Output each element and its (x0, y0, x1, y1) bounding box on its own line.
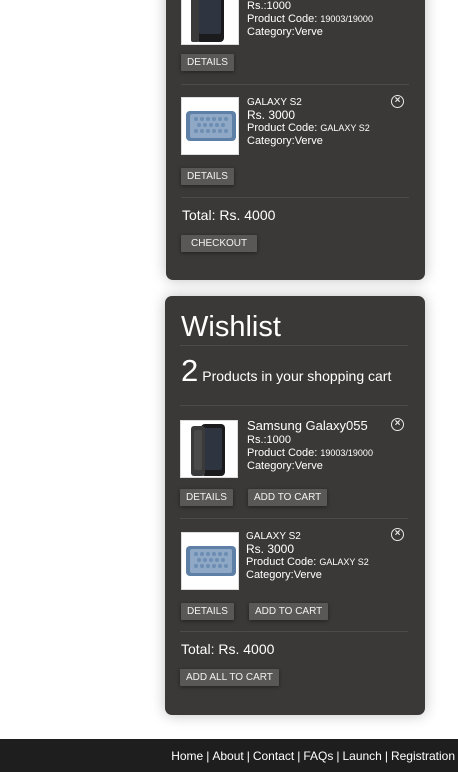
divider (181, 197, 409, 198)
cart-total: Total: Rs. 4000 (182, 207, 276, 223)
product-thumbnail-phone[interactable] (180, 420, 238, 478)
item-price: Rs. 3000 (247, 108, 296, 122)
item-category: Category:Verve (247, 460, 323, 472)
item-category: Category:Verve (247, 26, 323, 38)
item-price: Rs. 3000 (246, 542, 295, 556)
cart-panel: Rs.:1000 Product Code: 19003/19000 Categ… (166, 0, 425, 280)
wishlist-title: Wishlist (181, 311, 281, 343)
footer-link-launch[interactable]: Launch (342, 749, 381, 763)
footer-link-contact[interactable]: Contact (253, 749, 294, 763)
divider (180, 631, 408, 632)
divider (180, 405, 408, 406)
footer-link-registration[interactable]: Registration (391, 749, 455, 763)
details-button[interactable]: DETAILS (180, 489, 233, 506)
footer-separator: | (336, 749, 340, 763)
details-button[interactable]: DETAILS (181, 168, 234, 185)
divider (180, 345, 408, 346)
wishlist-count-text: Products in your shopping cart (202, 368, 392, 384)
item-price: Rs.:1000 (247, 0, 292, 12)
close-circle-icon[interactable]: × (391, 418, 404, 431)
footer-separator: | (206, 749, 210, 763)
cart-item-info: Rs.:1000 Product Code: 19003/19000 Categ… (247, 0, 373, 39)
wishlist-count: 2 (181, 353, 199, 388)
footer: Home | About | Contact | FAQs | Launch | Registrat… (0, 739, 458, 772)
product-thumbnail-galaxy-s2[interactable] (181, 97, 239, 155)
checkout-button[interactable]: CHECKOUT (181, 235, 258, 252)
product-thumbnail-galaxy-s2[interactable] (181, 532, 239, 590)
footer-links: Home | About | Contact | FAQs | Launch | Registrat… (171, 749, 455, 763)
footer-separator: | (297, 749, 301, 763)
footer-separator: | (246, 749, 250, 763)
wishlist-panel: Wishlist 2 Products in your shopping cart… (165, 296, 425, 715)
wishlist-item-info: GALAXY S2 Rs. 3000 Product Code: GALAXY … (246, 530, 369, 582)
cart-item-info: GALAXY S2 Rs. 3000 Product Code: GALAXY … (247, 96, 370, 148)
divider (181, 84, 409, 85)
item-product-code: Product Code: GALAXY S2 (246, 556, 369, 568)
wishlist-item-info: Samsung Galaxy055 Rs.:1000 Product Code:… (247, 418, 373, 473)
add-to-cart-button[interactable]: ADD TO CART (249, 603, 329, 620)
item-category: Category:Verve (246, 569, 322, 581)
item-price: Rs.:1000 (247, 434, 292, 446)
footer-separator: | (384, 749, 388, 763)
item-name: Samsung Galaxy055 (247, 418, 368, 433)
item-product-code: Product Code: 19003/19000 (247, 447, 373, 459)
wishlist-total: Total: Rs. 4000 (181, 641, 275, 657)
divider (180, 518, 408, 519)
item-category: Category:Verve (247, 135, 323, 147)
add-to-cart-button[interactable]: ADD TO CART (248, 489, 328, 506)
item-product-code: Product Code: GALAXY S2 (247, 122, 370, 134)
footer-link-home[interactable]: Home (171, 749, 203, 763)
close-circle-icon[interactable]: × (391, 95, 404, 108)
wishlist-count-line: 2 Products in your shopping cart (181, 353, 391, 389)
details-button[interactable]: DETAILS (181, 603, 234, 620)
close-circle-icon[interactable]: × (391, 528, 404, 541)
footer-link-faqs[interactable]: FAQs (303, 749, 333, 763)
add-all-to-cart-button[interactable]: ADD ALL TO CART (180, 669, 279, 686)
product-thumbnail-phone[interactable] (181, 0, 239, 45)
details-button[interactable]: DETAILS (181, 54, 234, 71)
footer-link-about[interactable]: About (212, 749, 243, 763)
item-product-code: Product Code: 19003/19000 (247, 13, 373, 25)
